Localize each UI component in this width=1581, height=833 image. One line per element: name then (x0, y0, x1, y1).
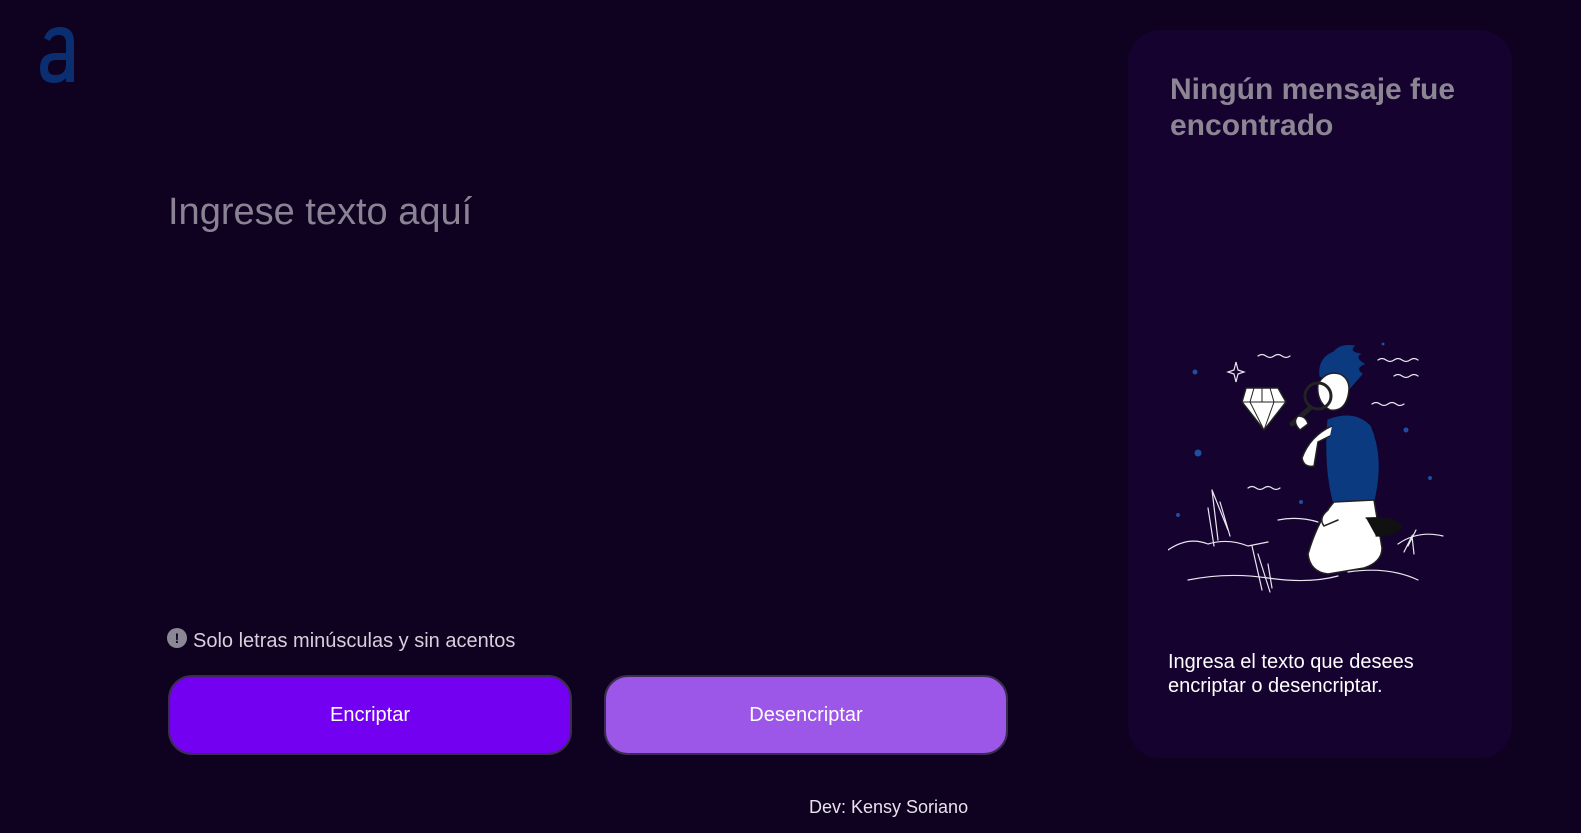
hint-text: Solo letras minúsculas y sin acentos (193, 630, 516, 652)
exclamation-circle-icon: ! (167, 627, 187, 648)
result-panel: Ningún mensaje fue encontrado Ingresa el… (1128, 30, 1512, 758)
encrypt-button[interactable]: Encriptar (168, 675, 572, 755)
decrypt-button[interactable]: Desencriptar (604, 675, 1008, 755)
search-diamond-illustration (1168, 342, 1444, 593)
developer-credit: Dev: Kensy Soriano (809, 797, 969, 817)
message-input[interactable] (168, 190, 1048, 590)
alura-logo-icon (40, 27, 74, 83)
result-description: Ingresa el texto que desees encriptar o … (1168, 651, 1414, 697)
input-hint: ! Solo letras minúsculas y sin acentos (167, 627, 516, 653)
result-title: Ningún mensaje fue encontrado (1170, 73, 1456, 142)
encryptor-page: ! Solo letras minúsculas y sin acentos E… (0, 0, 1581, 833)
